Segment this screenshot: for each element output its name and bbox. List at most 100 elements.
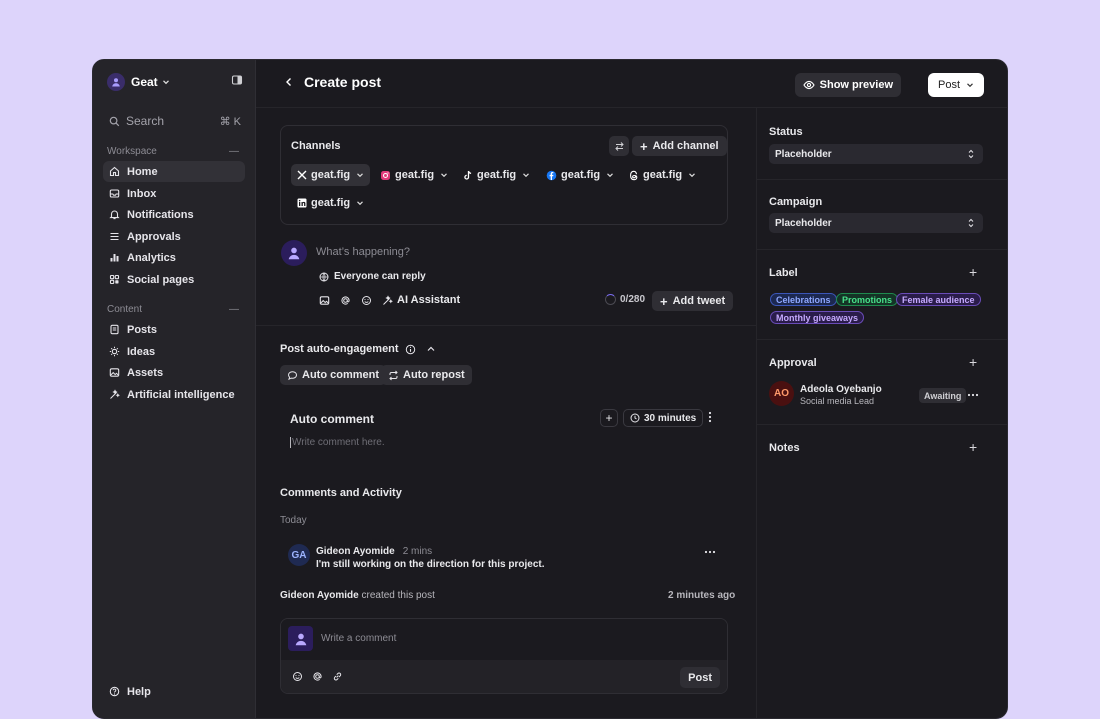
chevron-down-icon: [356, 199, 364, 207]
channels-card: Channels + Add channel geat.fig geat.fig…: [280, 125, 728, 225]
emoji-icon[interactable]: [361, 295, 372, 306]
sidebar-item-home[interactable]: Home: [103, 161, 245, 182]
channel-threads[interactable]: geat.fig: [623, 164, 702, 186]
comment-time: 2 mins: [402, 546, 433, 557]
home-icon: [109, 166, 120, 177]
auto-comment-input[interactable]: Write comment here.: [290, 437, 385, 448]
channel-linkedin[interactable]: geat.fig: [291, 192, 370, 214]
channel-label: geat.fig: [395, 169, 435, 181]
search-icon: [109, 116, 120, 126]
header-bar: Create post Show preview Post: [256, 60, 1007, 108]
reply-setting-label: Everyone can reply: [334, 271, 426, 282]
swap-channels-button[interactable]: [609, 136, 629, 156]
chevron-updown-icon: [968, 218, 974, 228]
ai-assistant-button[interactable]: AI Assistant: [382, 294, 460, 306]
emoji-icon[interactable]: [292, 671, 303, 682]
auto-comment-button[interactable]: Auto comment: [280, 365, 386, 385]
more-horizontal-icon[interactable]: [967, 390, 979, 400]
app-window: Geat Search ⌘ K Workspace — Home Inbox N…: [92, 59, 1008, 719]
more-vertical-icon[interactable]: [705, 411, 715, 423]
composer-toolbar: AI Assistant: [319, 294, 460, 306]
campaign-select[interactable]: Placeholder: [769, 213, 983, 233]
channel-x[interactable]: geat.fig: [291, 164, 371, 186]
sidebar-item-posts[interactable]: Posts: [103, 319, 245, 340]
sidebar-item-assets[interactable]: Assets: [103, 362, 245, 383]
sidebar-item-notifications[interactable]: Notifications: [103, 204, 245, 225]
channel-facebook[interactable]: geat.fig: [540, 164, 620, 186]
sidebar-item-ideas[interactable]: Ideas: [103, 341, 245, 362]
channel-label: geat.fig: [477, 169, 517, 181]
label-tag[interactable]: Promotions: [836, 293, 899, 306]
channel-tiktok[interactable]: geat.fig: [457, 164, 536, 186]
chevron-left-icon[interactable]: [284, 77, 294, 87]
sidebar-item-label: Artificial intelligence: [127, 388, 235, 401]
post-button[interactable]: Post: [927, 73, 984, 97]
status-label: Status: [769, 126, 803, 138]
add-label-button[interactable]: +: [969, 264, 977, 280]
campaign-label: Campaign: [769, 196, 823, 208]
chevron-down-icon: [356, 171, 364, 179]
sidebar-item-artificial-intelligence[interactable]: Artificial intelligence: [103, 384, 245, 405]
sidebar-item-analytics[interactable]: Analytics: [103, 247, 245, 268]
collapse-icon[interactable]: —: [229, 304, 239, 315]
add-auto-comment-button[interactable]: +: [600, 409, 618, 427]
channel-instagram[interactable]: geat.fig: [374, 164, 454, 186]
activity-actor: Gideon Ayomide: [280, 590, 359, 601]
search-shortcut: ⌘ K: [219, 115, 241, 128]
image-icon[interactable]: [319, 295, 330, 306]
post-label: Post: [937, 79, 960, 91]
inbox-icon: [109, 189, 120, 198]
chevron-up-icon[interactable]: [426, 344, 436, 354]
comment-input[interactable]: Write a comment: [321, 633, 396, 644]
add-channel-button[interactable]: + Add channel: [632, 136, 727, 156]
sidebar-item-label: Ideas: [127, 345, 156, 358]
workspace-section-header[interactable]: Workspace —: [107, 146, 239, 157]
content-section-header[interactable]: Content —: [107, 304, 239, 315]
sidebar-item-social-pages[interactable]: Social pages: [103, 269, 245, 290]
comment-header: Gideon Ayomide 2 mins: [316, 546, 432, 557]
page-title: Create post: [304, 74, 382, 90]
reply-setting-button[interactable]: Everyone can reply: [319, 271, 426, 282]
collapse-icon[interactable]: —: [229, 146, 239, 157]
sidebar-item-label: Posts: [127, 323, 157, 336]
show-preview-button[interactable]: Show preview: [794, 73, 901, 97]
sidebar-toggle-icon[interactable]: [231, 74, 243, 86]
swap-icon: [614, 141, 624, 151]
channel-label: geat.fig: [561, 169, 601, 181]
bell-icon: [109, 210, 120, 220]
status-select[interactable]: Placeholder: [769, 144, 983, 164]
sidebar-item-label: Approvals: [127, 230, 181, 243]
image-icon: [109, 368, 120, 377]
chevron-down-icon: [522, 171, 530, 179]
show-preview-label: Show preview: [819, 79, 893, 91]
linkedin-logo-icon: [297, 198, 307, 208]
sidebar-item-inbox[interactable]: Inbox: [103, 183, 245, 204]
post-comment-button[interactable]: Post: [680, 667, 720, 688]
divider: [756, 339, 1007, 340]
workspace-switcher[interactable]: Geat: [107, 72, 243, 92]
label-tag[interactable]: Monthly giveaways: [770, 311, 865, 324]
add-tweet-label: Add tweet: [672, 295, 726, 307]
more-horizontal-icon[interactable]: [704, 547, 716, 557]
mention-icon[interactable]: [312, 671, 323, 682]
add-tweet-button[interactable]: + Add tweet: [652, 291, 734, 311]
channel-label: geat.fig: [643, 169, 683, 181]
avatar: GA: [288, 544, 310, 566]
link-icon[interactable]: [332, 671, 343, 682]
add-approver-button[interactable]: +: [969, 354, 977, 370]
add-note-button[interactable]: +: [969, 439, 977, 455]
campaign-value: Placeholder: [775, 217, 832, 229]
sparkle-icon: [383, 294, 393, 305]
delay-selector[interactable]: 30 minutes: [623, 409, 704, 427]
ai-assistant-label: AI Assistant: [397, 294, 461, 306]
mention-icon[interactable]: [340, 295, 351, 306]
channels-title: Channels: [291, 140, 341, 152]
post-text-input[interactable]: What’s happening?: [316, 246, 410, 258]
sidebar-item-help[interactable]: Help: [103, 681, 245, 702]
auto-engagement-header[interactable]: Post auto-engagement: [280, 343, 436, 355]
search-button[interactable]: Search ⌘ K: [109, 114, 241, 128]
auto-repost-button[interactable]: Auto repost: [381, 365, 472, 385]
label-tag[interactable]: Female audience: [896, 293, 981, 306]
label-tag[interactable]: Celebrations: [770, 293, 837, 306]
sidebar-item-approvals[interactable]: Approvals: [103, 226, 245, 247]
